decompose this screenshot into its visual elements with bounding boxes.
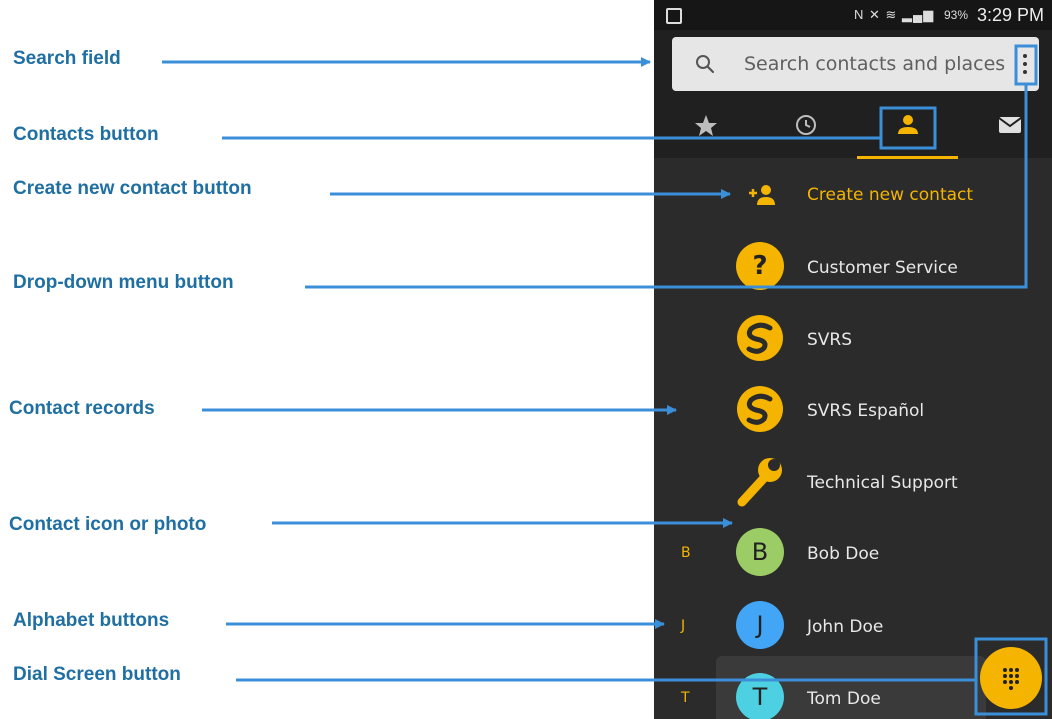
contact-name: Customer Service	[807, 258, 958, 278]
list-item[interactable]: Technical Support	[654, 446, 1052, 516]
clock-time: 3:29 PM	[976, 5, 1044, 25]
tab-recents[interactable]	[786, 108, 826, 142]
person-icon	[903, 115, 913, 125]
avatar: B	[736, 528, 784, 576]
selected-tab-indicator	[857, 156, 958, 159]
more-options-icon[interactable]	[1016, 50, 1034, 80]
gallery-icon	[666, 8, 682, 24]
alphabet-letter-j[interactable]: J	[681, 618, 685, 634]
star-icon	[695, 115, 717, 136]
label-drop-down-menu-button: Drop-down menu button	[13, 272, 234, 293]
list-item[interactable]: B B Bob Doe	[654, 517, 1052, 587]
label-alphabet-buttons: Alphabet buttons	[13, 610, 170, 631]
dial-screen-button[interactable]	[980, 647, 1042, 709]
avatar: J	[736, 601, 784, 649]
add-person-icon	[749, 185, 775, 205]
contact-name: John Doe	[807, 617, 884, 637]
wrench-icon	[737, 458, 782, 507]
contact-name: SVRS	[807, 330, 853, 350]
status-icons: N ✕ ≋ ▂▄▆	[854, 7, 935, 22]
svrs-logo-icon	[737, 386, 783, 432]
battery-level: 93%	[944, 8, 969, 22]
tab-favorites[interactable]	[686, 108, 726, 142]
list-item[interactable]: SVRS	[654, 304, 1052, 374]
phone-screen: N ✕ ≋ ▂▄▆ 93% 3:29 PM Search contacts an…	[654, 0, 1052, 719]
label-contacts-button: Contacts button	[13, 124, 159, 145]
label-dial-screen-button: Dial Screen button	[13, 664, 181, 685]
avatar: T	[736, 673, 784, 719]
svrs-logo-icon	[737, 315, 783, 361]
create-new-contact-label: Create new contact	[807, 185, 974, 205]
tab-messages[interactable]	[990, 108, 1030, 142]
status-bar: N ✕ ≋ ▂▄▆ 93% 3:29 PM	[654, 0, 1052, 30]
label-create-new-contact-button: Create new contact button	[13, 178, 252, 199]
search-field[interactable]: Search contacts and places	[672, 37, 1039, 91]
search-placeholder: Search contacts and places	[744, 53, 1006, 75]
contact-name: Bob Doe	[807, 544, 880, 564]
question-icon: ?	[736, 242, 784, 290]
label-search-field: Search field	[13, 48, 121, 69]
top-bar: Search contacts and places	[654, 30, 1052, 159]
list-item[interactable]: ? Customer Service	[654, 232, 1052, 302]
create-new-contact-button[interactable]: Create new contact	[654, 160, 1052, 230]
contact-name: Tom Doe	[807, 689, 881, 709]
dialpad-icon	[1003, 668, 1019, 690]
alphabet-letter-b[interactable]: B	[681, 545, 691, 561]
label-contact-icon-or-photo: Contact icon or photo	[9, 514, 207, 535]
search-icon	[696, 55, 715, 74]
tab-contacts[interactable]	[888, 108, 928, 142]
label-contact-records: Contact records	[9, 398, 155, 419]
contact-name: SVRS Español	[807, 401, 925, 421]
alphabet-letter-t[interactable]: T	[681, 690, 690, 706]
list-item[interactable]: SVRS Español	[654, 375, 1052, 445]
contact-name: Technical Support	[807, 473, 958, 493]
